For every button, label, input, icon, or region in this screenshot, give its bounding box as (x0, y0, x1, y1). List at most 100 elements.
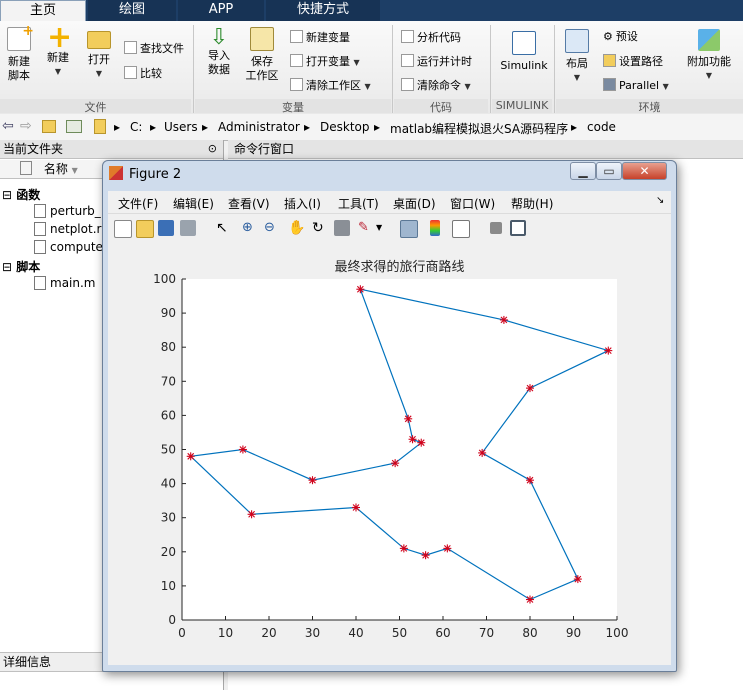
menu-window[interactable]: 窗口(W) (450, 195, 495, 212)
menu-insert[interactable]: 插入(I) (284, 195, 321, 212)
new-script-button[interactable]: + 新建 脚本 (3, 24, 35, 83)
run-and-time-label: 运行并计时 (417, 55, 472, 68)
city-marker (404, 414, 413, 423)
data-cursor-icon[interactable] (334, 220, 350, 236)
menu-tools[interactable]: 工具(T) (338, 195, 379, 212)
compare-button[interactable]: 比较 (124, 66, 162, 81)
find-files-button[interactable]: 查找文件 (124, 41, 184, 56)
minimize-button[interactable]: ▁ (570, 162, 596, 180)
plus-icon: + (47, 20, 73, 55)
divider (554, 25, 555, 113)
new-variable-button[interactable]: 新建变量 (290, 30, 350, 45)
crumb-desktop[interactable]: Desktop (320, 120, 370, 134)
show-plot-tools-icon[interactable] (510, 220, 526, 236)
tab-apps[interactable]: APP (178, 0, 264, 21)
open-variable-button[interactable]: 打开变量 ▼ (290, 54, 360, 70)
import-data-button[interactable]: ⇩ 导入 数据 (203, 27, 235, 77)
chevron-down-icon: ▼ (573, 73, 581, 82)
crumb-administrator[interactable]: Administrator (218, 120, 300, 134)
sort-icon[interactable]: ▼ (72, 166, 78, 175)
menu-file[interactable]: 文件(F) (118, 195, 158, 212)
name-column-header[interactable]: 名称 (44, 162, 68, 176)
import-label: 导入 数据 (208, 49, 230, 76)
rotate-icon[interactable]: ↻ (312, 220, 328, 236)
menu-desktop[interactable]: 桌面(D) (393, 195, 436, 212)
zoom-in-icon[interactable]: ⊕ (242, 220, 258, 236)
tab-plots[interactable]: 绘图 (88, 0, 176, 21)
parallel-button[interactable]: Parallel ▼ (603, 78, 669, 94)
preferences-label: 预设 (615, 30, 638, 43)
close-button[interactable]: ✕ (622, 162, 667, 180)
analyze-code-icon (401, 30, 414, 43)
menu-help[interactable]: 帮助(H) (511, 195, 553, 212)
menu-edit[interactable]: 编辑(E) (173, 195, 214, 212)
city-marker (604, 346, 613, 355)
clear-workspace-button[interactable]: 清除工作区 ▼ (290, 78, 371, 94)
panel-menu-icon[interactable]: ⊙ (208, 140, 217, 158)
menu-view[interactable]: 查看(V) (228, 195, 270, 212)
hide-plot-tools-icon[interactable] (490, 222, 502, 234)
functions-group[interactable]: ⊟ 函数 (2, 186, 40, 203)
link-icon[interactable] (400, 220, 418, 238)
chevron-down-icon: ▼ (353, 58, 360, 67)
figure-title-bar[interactable]: Figure 2 (109, 164, 181, 186)
simulink-button[interactable]: Simulink (498, 31, 550, 73)
dock-arrow-icon[interactable]: ↘ (656, 195, 664, 206)
list-item[interactable]: main.m (34, 276, 96, 290)
pan-icon[interactable]: ✋ (288, 220, 305, 236)
path-separator: ▸ (571, 120, 578, 134)
city-marker (417, 438, 426, 447)
list-item[interactable]: netplot.r (34, 222, 101, 236)
new-figure-icon[interactable] (114, 220, 132, 238)
list-item[interactable]: compute (34, 240, 103, 254)
city-marker (352, 503, 360, 512)
open-icon[interactable] (136, 220, 154, 238)
run-and-time-icon (401, 54, 414, 67)
crumb-code[interactable]: code (587, 120, 616, 134)
forward-arrow-icon[interactable]: ⇨ (20, 118, 32, 134)
tab-shortcuts[interactable]: 快捷方式 (266, 0, 380, 21)
layout-button[interactable]: 布局 ▼ (562, 29, 592, 85)
print-icon[interactable] (180, 220, 196, 236)
details-label: 详细信息 (3, 655, 52, 669)
maximize-button[interactable]: ▭ (596, 162, 622, 180)
run-and-time-button[interactable]: 运行并计时 (401, 54, 472, 69)
list-item[interactable]: perturb_ (34, 204, 101, 218)
brush-icon[interactable]: ✎ (358, 220, 374, 236)
zoom-out-icon[interactable]: ⊖ (264, 220, 280, 236)
command-window-header: 命令行窗口 (228, 140, 743, 159)
scripts-group[interactable]: ⊟ 脚本 (2, 258, 40, 275)
browse-folder-icon[interactable] (66, 120, 82, 133)
y-tick-label: 80 (161, 340, 176, 354)
crumb-project-folder[interactable]: matlab编程模拟退火SA源码程序 (390, 120, 568, 137)
path-separator: ▸ (304, 120, 311, 134)
tsp-route-chart[interactable]: 最终求得的旅行商路线 0 10 20 30 40 50 60 70 80 90 100 0 10 20 30… (108, 242, 671, 665)
colorbar-icon[interactable] (430, 220, 440, 236)
save-icon[interactable] (158, 220, 174, 236)
pointer-icon[interactable]: ↖ (216, 220, 232, 236)
set-path-button[interactable]: 设置路径 (603, 54, 663, 69)
crumb-users[interactable]: Users (164, 120, 198, 134)
figure-window[interactable]: Figure 2 ▁ ▭ ✕ 文件(F) 编辑(E) 查看(V) 插入(I) 工… (102, 160, 677, 672)
brush-dropdown-icon[interactable]: ▼ (376, 220, 392, 236)
function-file-icon (34, 222, 46, 236)
back-arrow-icon[interactable]: ⇦ (2, 118, 14, 134)
add-ons-button[interactable]: 附加功能 ▼ (684, 29, 734, 83)
save-workspace-icon (250, 27, 274, 51)
divider (193, 25, 194, 113)
save-workspace-button[interactable]: 保存 工作区 (243, 27, 281, 83)
set-path-label: 设置路径 (619, 55, 663, 68)
up-folder-icon[interactable] (42, 120, 56, 133)
new-button[interactable]: + 新建 ▼ (41, 20, 75, 79)
crumb-drive[interactable]: C: (130, 120, 142, 134)
figure-canvas[interactable]: 最终求得的旅行商路线 0 10 20 30 40 50 60 70 80 90 100 0 10 20 30… (108, 242, 671, 665)
city-marker (238, 445, 247, 454)
current-folder-header: 当前文件夹 ⊙ (0, 140, 223, 159)
analyze-code-button[interactable]: 分析代码 (401, 30, 461, 45)
tab-home[interactable]: 主页 (0, 0, 86, 21)
preferences-button[interactable]: ⚙ 预设 (603, 30, 638, 44)
legend-icon[interactable] (452, 220, 470, 238)
open-label: 打开 (88, 53, 110, 66)
clear-commands-button[interactable]: 清除命令 ▼ (401, 78, 471, 94)
open-button[interactable]: 打开 ▼ (82, 27, 116, 81)
